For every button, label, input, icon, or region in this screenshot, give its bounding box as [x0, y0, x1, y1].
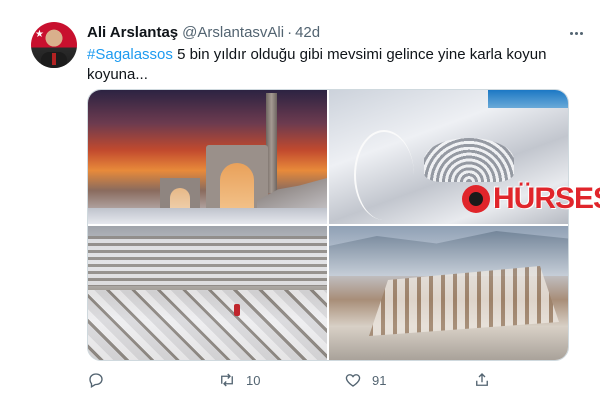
reply-button[interactable]: [87, 370, 115, 390]
retweet-count: 10: [246, 372, 261, 388]
tweet-header: Ali Arslantaş @ArslantasvAli · 42d: [87, 23, 320, 43]
like-count: 91: [372, 372, 387, 388]
flag-star-icon: ★: [35, 29, 44, 40]
action-bar: 10 91: [87, 370, 507, 390]
author-handle[interactable]: @ArslantasvAli: [182, 24, 284, 41]
retweet-icon: [221, 373, 233, 387]
share-button[interactable]: [473, 370, 491, 390]
author-name[interactable]: Ali Arslantaş: [87, 24, 178, 41]
watermark-disc-icon: [462, 185, 490, 213]
reply-icon: [89, 373, 103, 388]
like-button[interactable]: 91: [344, 370, 386, 390]
heart-icon: [345, 374, 361, 387]
avatar[interactable]: ★: [31, 22, 77, 68]
photo-aerial-ruins[interactable]: [329, 226, 568, 360]
share-icon: [476, 373, 488, 386]
watermark-text: HÜRSES: [493, 182, 600, 215]
more-options-icon[interactable]: [566, 23, 586, 43]
tweet-timestamp[interactable]: 42d: [295, 24, 320, 41]
photo-arch-sunset[interactable]: [88, 90, 327, 224]
tweet[interactable]: ★ Ali Arslantaş @ArslantasvAli · 42d #Sagal…: [0, 0, 600, 396]
retweet-button[interactable]: 10: [218, 370, 260, 390]
photo-snowy-steps[interactable]: [88, 226, 327, 360]
tweet-text: #Sagalassos 5 bin yıldır olduğu gibi mev…: [87, 45, 577, 85]
hashtag-link[interactable]: #Sagalassos: [87, 46, 173, 63]
media-grid: [87, 89, 569, 361]
separator-dot: ·: [287, 24, 293, 41]
tie-shape: [52, 53, 56, 65]
watermark-logo: HÜRSES: [462, 182, 600, 216]
